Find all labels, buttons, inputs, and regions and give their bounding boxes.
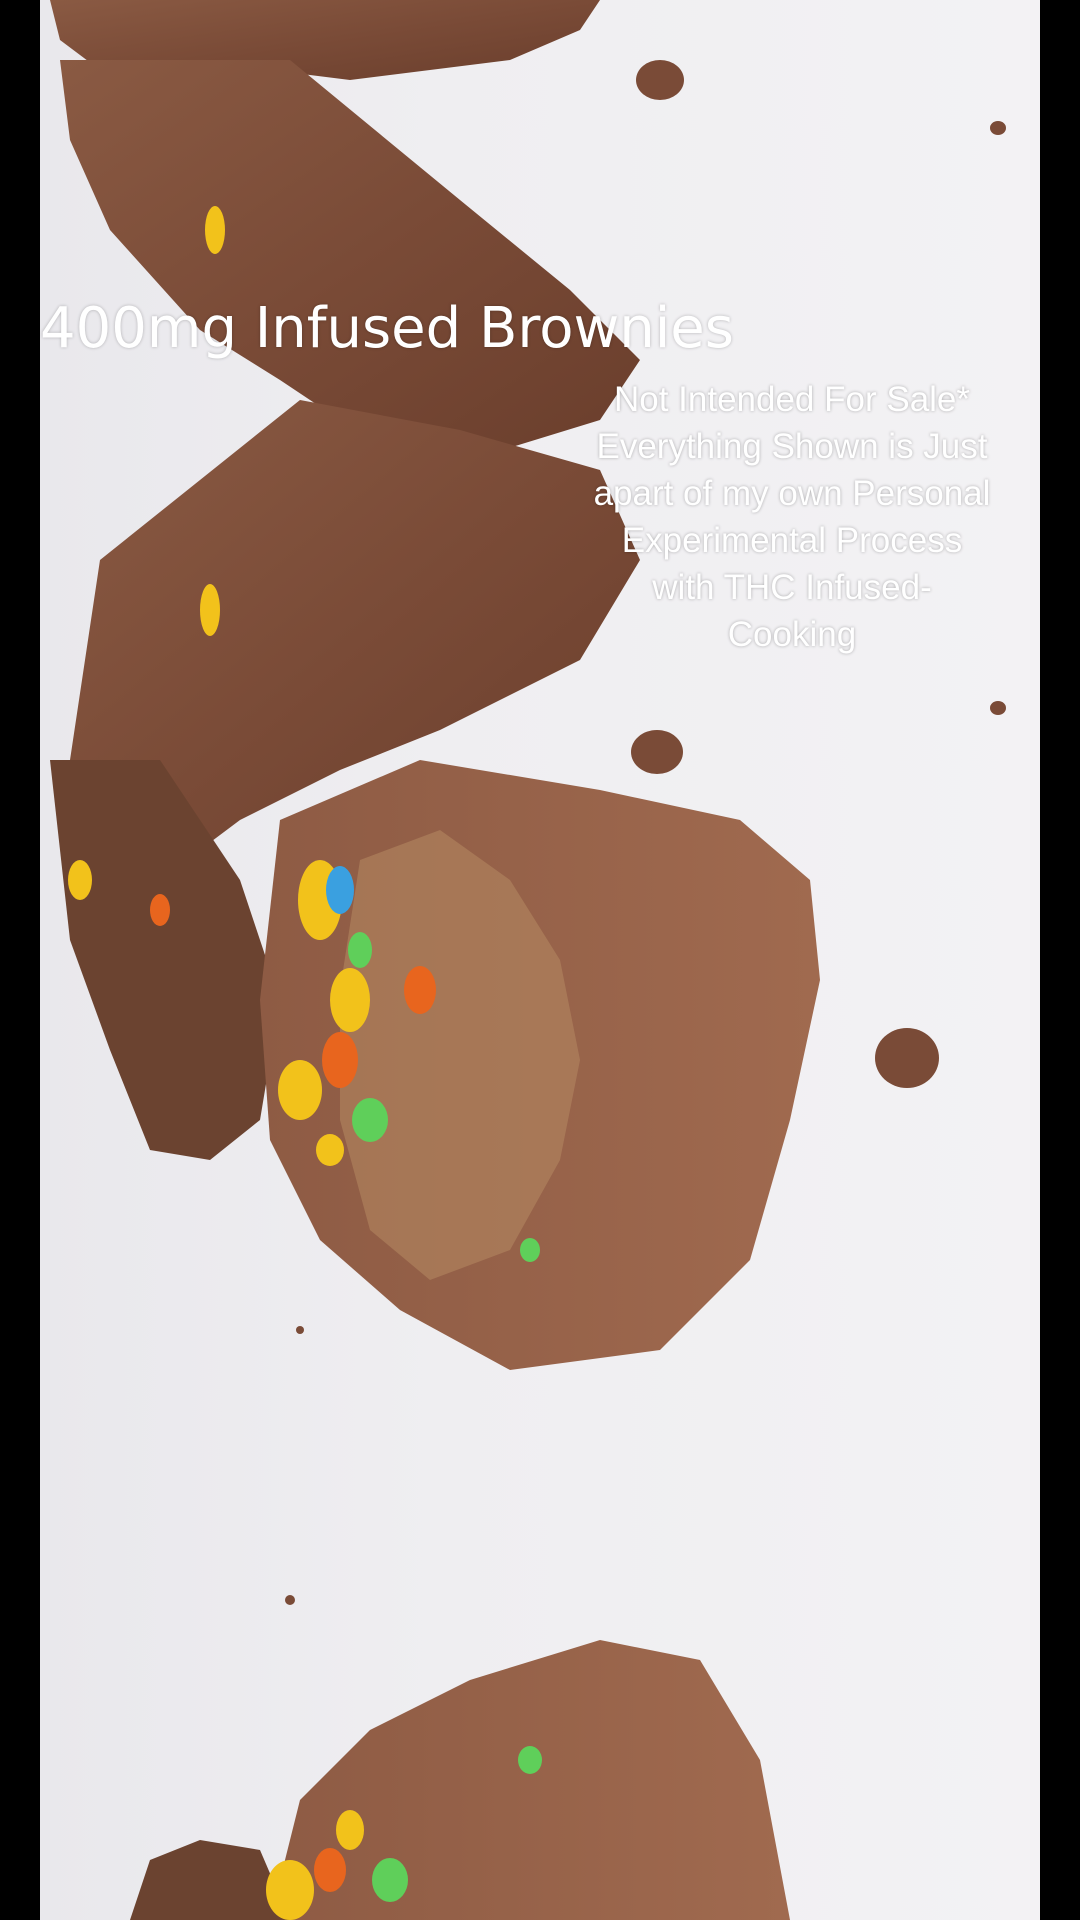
brownie-illustration (50, 0, 1006, 1920)
brownie-photo (40, 0, 1040, 1920)
video-frame: 400mg Infused Brownies Not Intended For … (0, 0, 1080, 1920)
disclaimer-line: Experimental Process (621, 521, 963, 560)
disclaimer-line: Cooking (727, 615, 857, 654)
disclaimer-line: with THC Infused- (652, 568, 932, 607)
overlay-title: 400mg Infused Brownies (40, 296, 734, 361)
disclaimer-line: apart of my own Personal (593, 474, 991, 513)
overlay-disclaimer: Not Intended For Sale* Everything Shown … (556, 376, 1028, 658)
disclaimer-line: Everything Shown is Just (596, 427, 988, 466)
disclaimer-line: Not Intended For Sale* (613, 380, 971, 419)
